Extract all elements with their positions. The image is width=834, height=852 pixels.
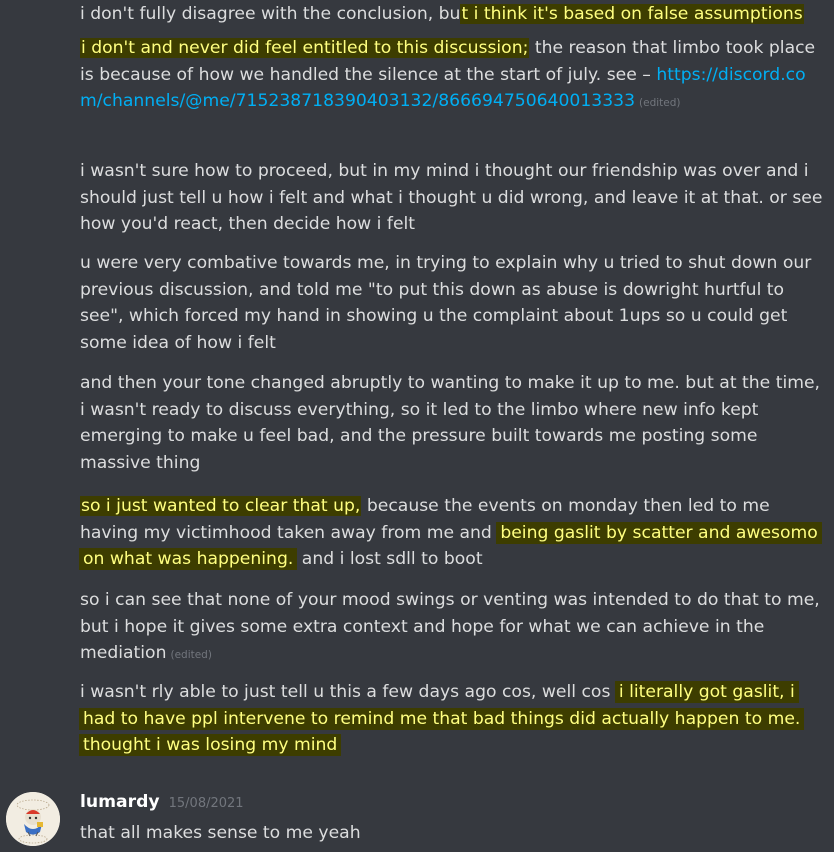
message-text: that all makes sense to me yeah	[80, 823, 361, 843]
edited-label: (edited)	[639, 97, 681, 109]
message-4: and then your tone changed abruptly to w…	[80, 370, 826, 476]
message-text: and i lost sdll to boot	[296, 549, 483, 569]
avatar-image	[6, 792, 60, 846]
message-5: so i just wanted to clear that up, becau…	[79, 493, 826, 573]
message-2: i wasn't sure how to proceed, but in my …	[80, 158, 826, 238]
message-6: so i can see that none of your mood swin…	[80, 587, 826, 669]
highlighted-text: t i think it's based on false assumption…	[460, 4, 804, 24]
message-text: i don't fully disagree with the conclusi…	[80, 4, 461, 24]
edited-label: (edited)	[170, 649, 212, 661]
chat-messages: i don't fully disagree with the conclusi…	[0, 0, 834, 852]
timestamp: 15/08/2021	[168, 796, 244, 811]
message-0: i don't fully disagree with the conclusi…	[80, 1, 826, 28]
message-text: and then your tone changed abruptly to w…	[80, 373, 821, 473]
message-3: u were very combative towards me, in try…	[80, 250, 826, 356]
message-text: u were very combative towards me, in try…	[80, 253, 812, 353]
message-1: i don't and never did feel entitled to t…	[80, 35, 826, 117]
highlighted-text: so i just wanted to clear that up,	[80, 496, 362, 516]
reply-message: that all makes sense to me yeah	[80, 820, 826, 847]
message-text: i wasn't rly able to just tell u this a …	[80, 682, 616, 702]
message-7: i wasn't rly able to just tell u this a …	[78, 679, 826, 759]
user-avatar[interactable]	[6, 792, 60, 846]
message-header: lumardy 15/08/2021	[80, 792, 244, 818]
highlighted-text: i don't and never did feel entitled to t…	[80, 38, 530, 58]
message-text: i wasn't sure how to proceed, but in my …	[80, 161, 823, 234]
username[interactable]: lumardy	[80, 792, 160, 812]
